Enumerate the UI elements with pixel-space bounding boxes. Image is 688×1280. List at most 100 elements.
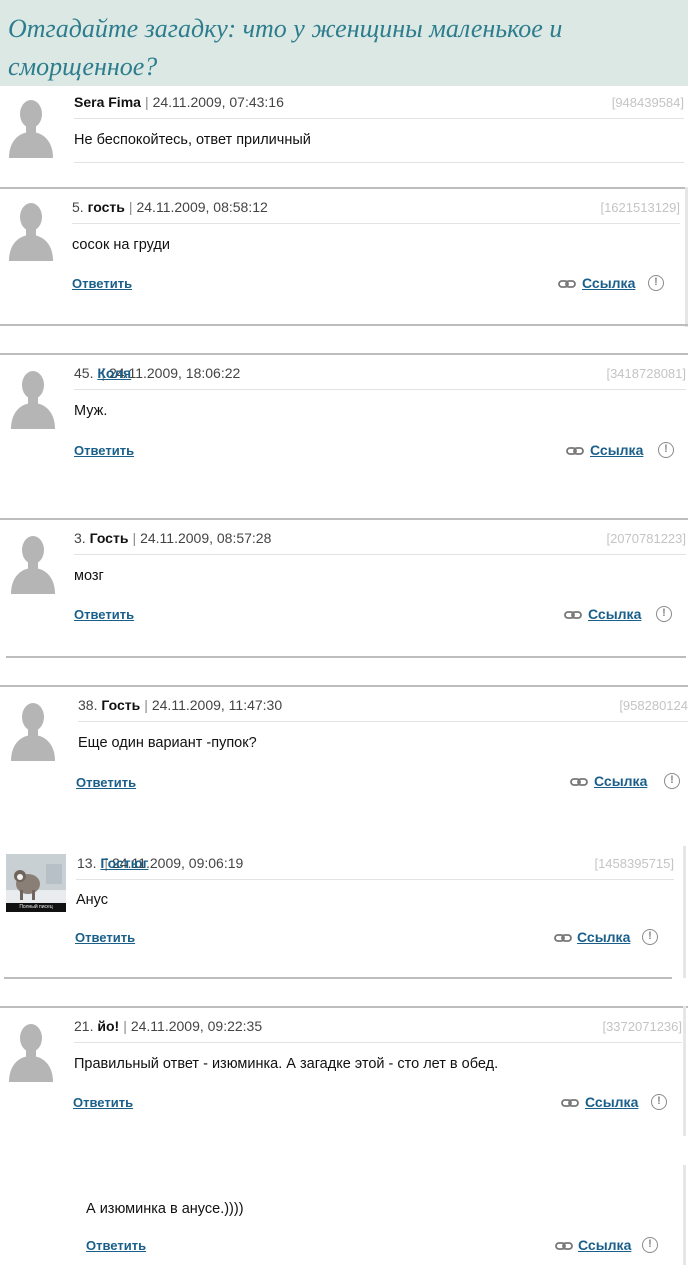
comment-5: 38. Гость | 24.11.2009, 11:47:30 [95828012…: [0, 685, 688, 795]
avatar-icon: [8, 530, 58, 594]
comment-divider: [74, 162, 684, 163]
comment-6: Полный писец 13. Гостюг | 24.11.2009, 09:0…: [0, 846, 688, 982]
comment-text: Муж.: [74, 403, 108, 419]
comment-number: 21.: [74, 1018, 94, 1034]
comment-divider: [74, 118, 684, 119]
comment-text: Еще один вариант -пупок?: [78, 735, 257, 751]
comment-meta: 21. йо! | 24.11.2009, 09:22:35: [74, 1018, 263, 1034]
permalink-button[interactable]: Ссылка: [585, 1094, 638, 1110]
comment-author[interactable]: гость: [88, 199, 125, 215]
comment-author[interactable]: Sera Fima: [74, 94, 141, 110]
avatar-icon: [8, 697, 58, 761]
avatar-caption: Полный писец: [6, 903, 66, 912]
comment-author[interactable]: Гость: [101, 697, 140, 713]
comment-id: [3418728081]: [606, 366, 686, 381]
comment-meta: 5. гость | 24.11.2009, 08:58:12: [72, 199, 268, 215]
comment-top-border: [0, 353, 688, 355]
chain-link-icon: [570, 777, 588, 787]
comment-number: 38.: [78, 697, 98, 713]
report-icon[interactable]: !: [648, 275, 664, 291]
comment-top-border: [0, 1006, 688, 1008]
comment-id: [948439584]: [611, 95, 684, 110]
comment-divider: [78, 721, 688, 722]
comment-text: А изюминка в анусе.)))): [86, 1201, 244, 1217]
page-title: Отгадайте загадку: что у женщины маленьк…: [8, 14, 563, 81]
comment-id: [1621513129]: [600, 200, 680, 215]
permalink-button[interactable]: Ссылка: [577, 929, 630, 945]
comment-datetime: 24.11.2009, 07:43:16: [152, 94, 284, 110]
comment-2: 5. гость | 24.11.2009, 08:58:12 [162151312…: [0, 187, 688, 327]
reply-button[interactable]: Ответить: [72, 276, 132, 291]
permalink-button[interactable]: Ссылка: [582, 275, 635, 291]
comment-id: [3372071236]: [602, 1019, 682, 1034]
page-header: Отгадайте загадку: что у женщины маленьк…: [0, 0, 688, 86]
permalink-button[interactable]: Ссылка: [590, 442, 643, 458]
comment-datetime: 24.11.2009, 08:57:28: [140, 530, 272, 546]
report-icon[interactable]: !: [658, 442, 674, 458]
chain-link-icon: [554, 933, 572, 943]
comment-divider: [74, 1042, 682, 1043]
report-icon[interactable]: !: [642, 1237, 658, 1253]
comment-text: сосок на груди: [72, 237, 170, 253]
reply-button[interactable]: Ответить: [74, 607, 134, 622]
reply-button[interactable]: Ответить: [75, 930, 135, 945]
reply-button[interactable]: Ответить: [73, 1095, 133, 1110]
comment-datetime: 24.11.2009, 11:47:30: [151, 697, 283, 713]
comment-8: А изюминка в анусе.)))) Ответить Ссылка …: [0, 1165, 688, 1280]
comment-datetime: 24.11.2009, 09:22:35: [130, 1018, 263, 1034]
scrollbar[interactable]: [683, 1165, 686, 1265]
scrollbar[interactable]: [683, 1006, 686, 1136]
permalink-button[interactable]: Ссылка: [594, 773, 647, 789]
comment-text: Не беспокойтесь, ответ приличный: [74, 132, 311, 148]
comment-divider: [74, 554, 686, 555]
comment-4: 3. Гость | 24.11.2009, 08:57:28 [207078122…: [0, 518, 688, 660]
comment-divider: [74, 389, 686, 390]
comment-author[interactable]: Коля: [97, 365, 131, 381]
comment-divider: [72, 223, 680, 224]
comment-meta: 38. Гость | 24.11.2009, 11:47:30: [78, 697, 283, 713]
permalink-button[interactable]: Ссылка: [578, 1237, 631, 1253]
comment-id: [2070781223]: [606, 531, 686, 546]
comment-number: 5.: [72, 199, 84, 215]
chain-link-icon: [555, 1241, 573, 1251]
chain-link-icon: [558, 279, 576, 289]
avatar-icon: [6, 1018, 56, 1082]
comment-1: Sera Fima | 24.11.2009, 07:43:16 [94843958…: [0, 86, 688, 182]
comment-author[interactable]: йо!: [97, 1018, 119, 1034]
permalink-button[interactable]: Ссылка: [588, 606, 641, 622]
comment-top-border: [0, 187, 688, 189]
comment-number: 45.: [74, 365, 94, 381]
comment-bottom-border: [0, 324, 688, 326]
comment-top-border: [0, 518, 688, 520]
report-icon[interactable]: !: [664, 773, 680, 789]
comment-top-border: [0, 685, 688, 687]
reply-button[interactable]: Ответить: [86, 1238, 146, 1253]
comment-meta: 45. Коля | 24.11.2009, 18:06:22: [74, 365, 241, 381]
avatar-icon: [8, 365, 58, 429]
comment-bottom-border: [4, 977, 672, 979]
report-icon[interactable]: !: [651, 1094, 667, 1110]
comment-number: 3.: [74, 530, 86, 546]
reply-button[interactable]: Ответить: [74, 443, 134, 458]
comment-meta: 3. Гость | 24.11.2009, 08:57:28: [74, 530, 272, 546]
reply-button[interactable]: Ответить: [76, 775, 136, 790]
comment-id: [1458395715]: [594, 856, 674, 871]
chain-link-icon: [561, 1098, 579, 1108]
report-icon[interactable]: !: [656, 606, 672, 622]
comment-author[interactable]: Гостюг: [100, 855, 148, 871]
comment-text: Правильный ответ - изюминка. А загадке э…: [74, 1056, 499, 1072]
comment-number: 13.: [77, 855, 97, 871]
comment-author[interactable]: Гость: [90, 530, 129, 546]
scrollbar[interactable]: [683, 846, 686, 978]
comment-text: Анус: [76, 892, 109, 908]
report-icon[interactable]: !: [642, 929, 658, 945]
avatar-photo: Полный писец: [6, 854, 66, 912]
comment-meta: 13. Гостюг | 24.11.2009, 09:06:19: [77, 855, 244, 871]
chain-link-icon: [566, 446, 584, 456]
comment-id: [958280124: [619, 698, 688, 713]
comment-divider: [76, 879, 674, 880]
comment-3: 45. Коля | 24.11.2009, 18:06:22 [341872808…: [0, 353, 688, 493]
chain-link-icon: [564, 610, 582, 620]
comment-text: мозг: [74, 568, 104, 584]
comment-meta: Sera Fima | 24.11.2009, 07:43:16: [74, 94, 284, 110]
